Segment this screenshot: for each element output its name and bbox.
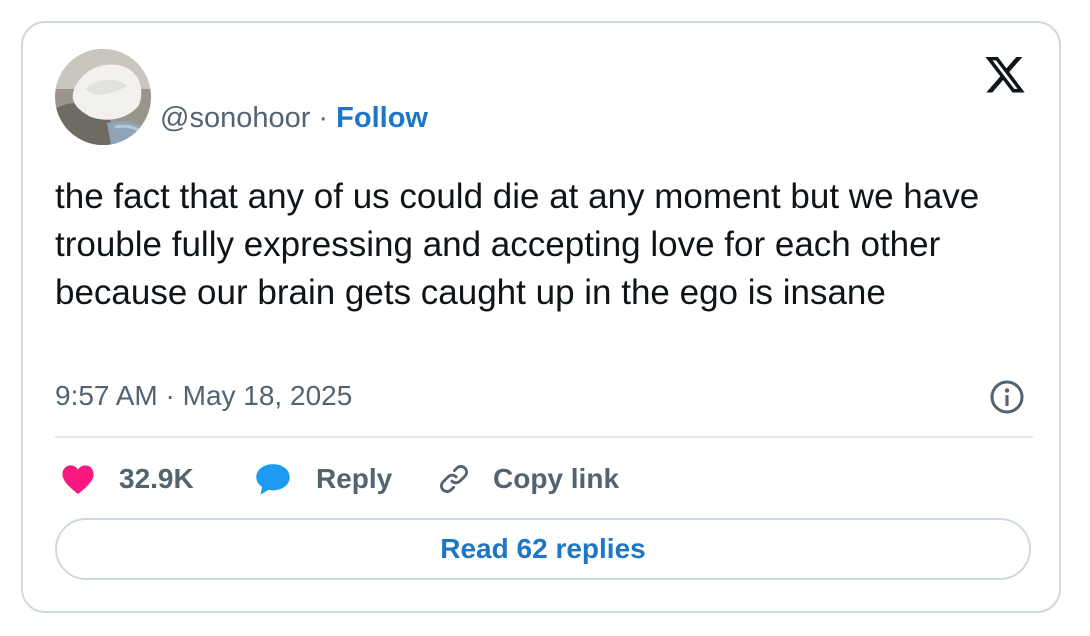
divider xyxy=(55,436,1033,438)
author-handle[interactable]: @sonohoor xyxy=(160,102,310,134)
tweet-timestamp[interactable]: 9:57 AM · May 18, 2025 xyxy=(55,379,352,413)
author-line: @sonohoor · Follow xyxy=(160,101,428,135)
read-replies-label: Read 62 replies xyxy=(440,533,646,564)
reply-label: Reply xyxy=(316,463,393,494)
avatar[interactable] xyxy=(55,49,151,145)
user-avatar-photo xyxy=(55,49,151,145)
copy-link-button[interactable]: Copy link xyxy=(437,459,619,499)
x-logo-icon[interactable] xyxy=(983,57,1027,97)
handle-separator: · xyxy=(310,102,337,134)
link-icon xyxy=(440,465,468,493)
speech-bubble-icon xyxy=(256,464,290,495)
tweet-embed-card: @sonohoor · Follow the fact that any of … xyxy=(21,21,1061,613)
follow-button[interactable]: Follow xyxy=(336,102,428,134)
read-replies-button[interactable]: Read 62 replies xyxy=(55,518,1031,580)
heart-icon xyxy=(62,465,94,495)
copy-link-label: Copy link xyxy=(493,463,620,494)
info-icon[interactable] xyxy=(989,379,1025,415)
like-count: 32.9K xyxy=(119,463,194,494)
reply-button[interactable]: Reply xyxy=(254,459,392,499)
like-button[interactable]: 32.9K xyxy=(61,459,194,499)
tweet-text: the fact that any of us could die at any… xyxy=(55,177,980,312)
